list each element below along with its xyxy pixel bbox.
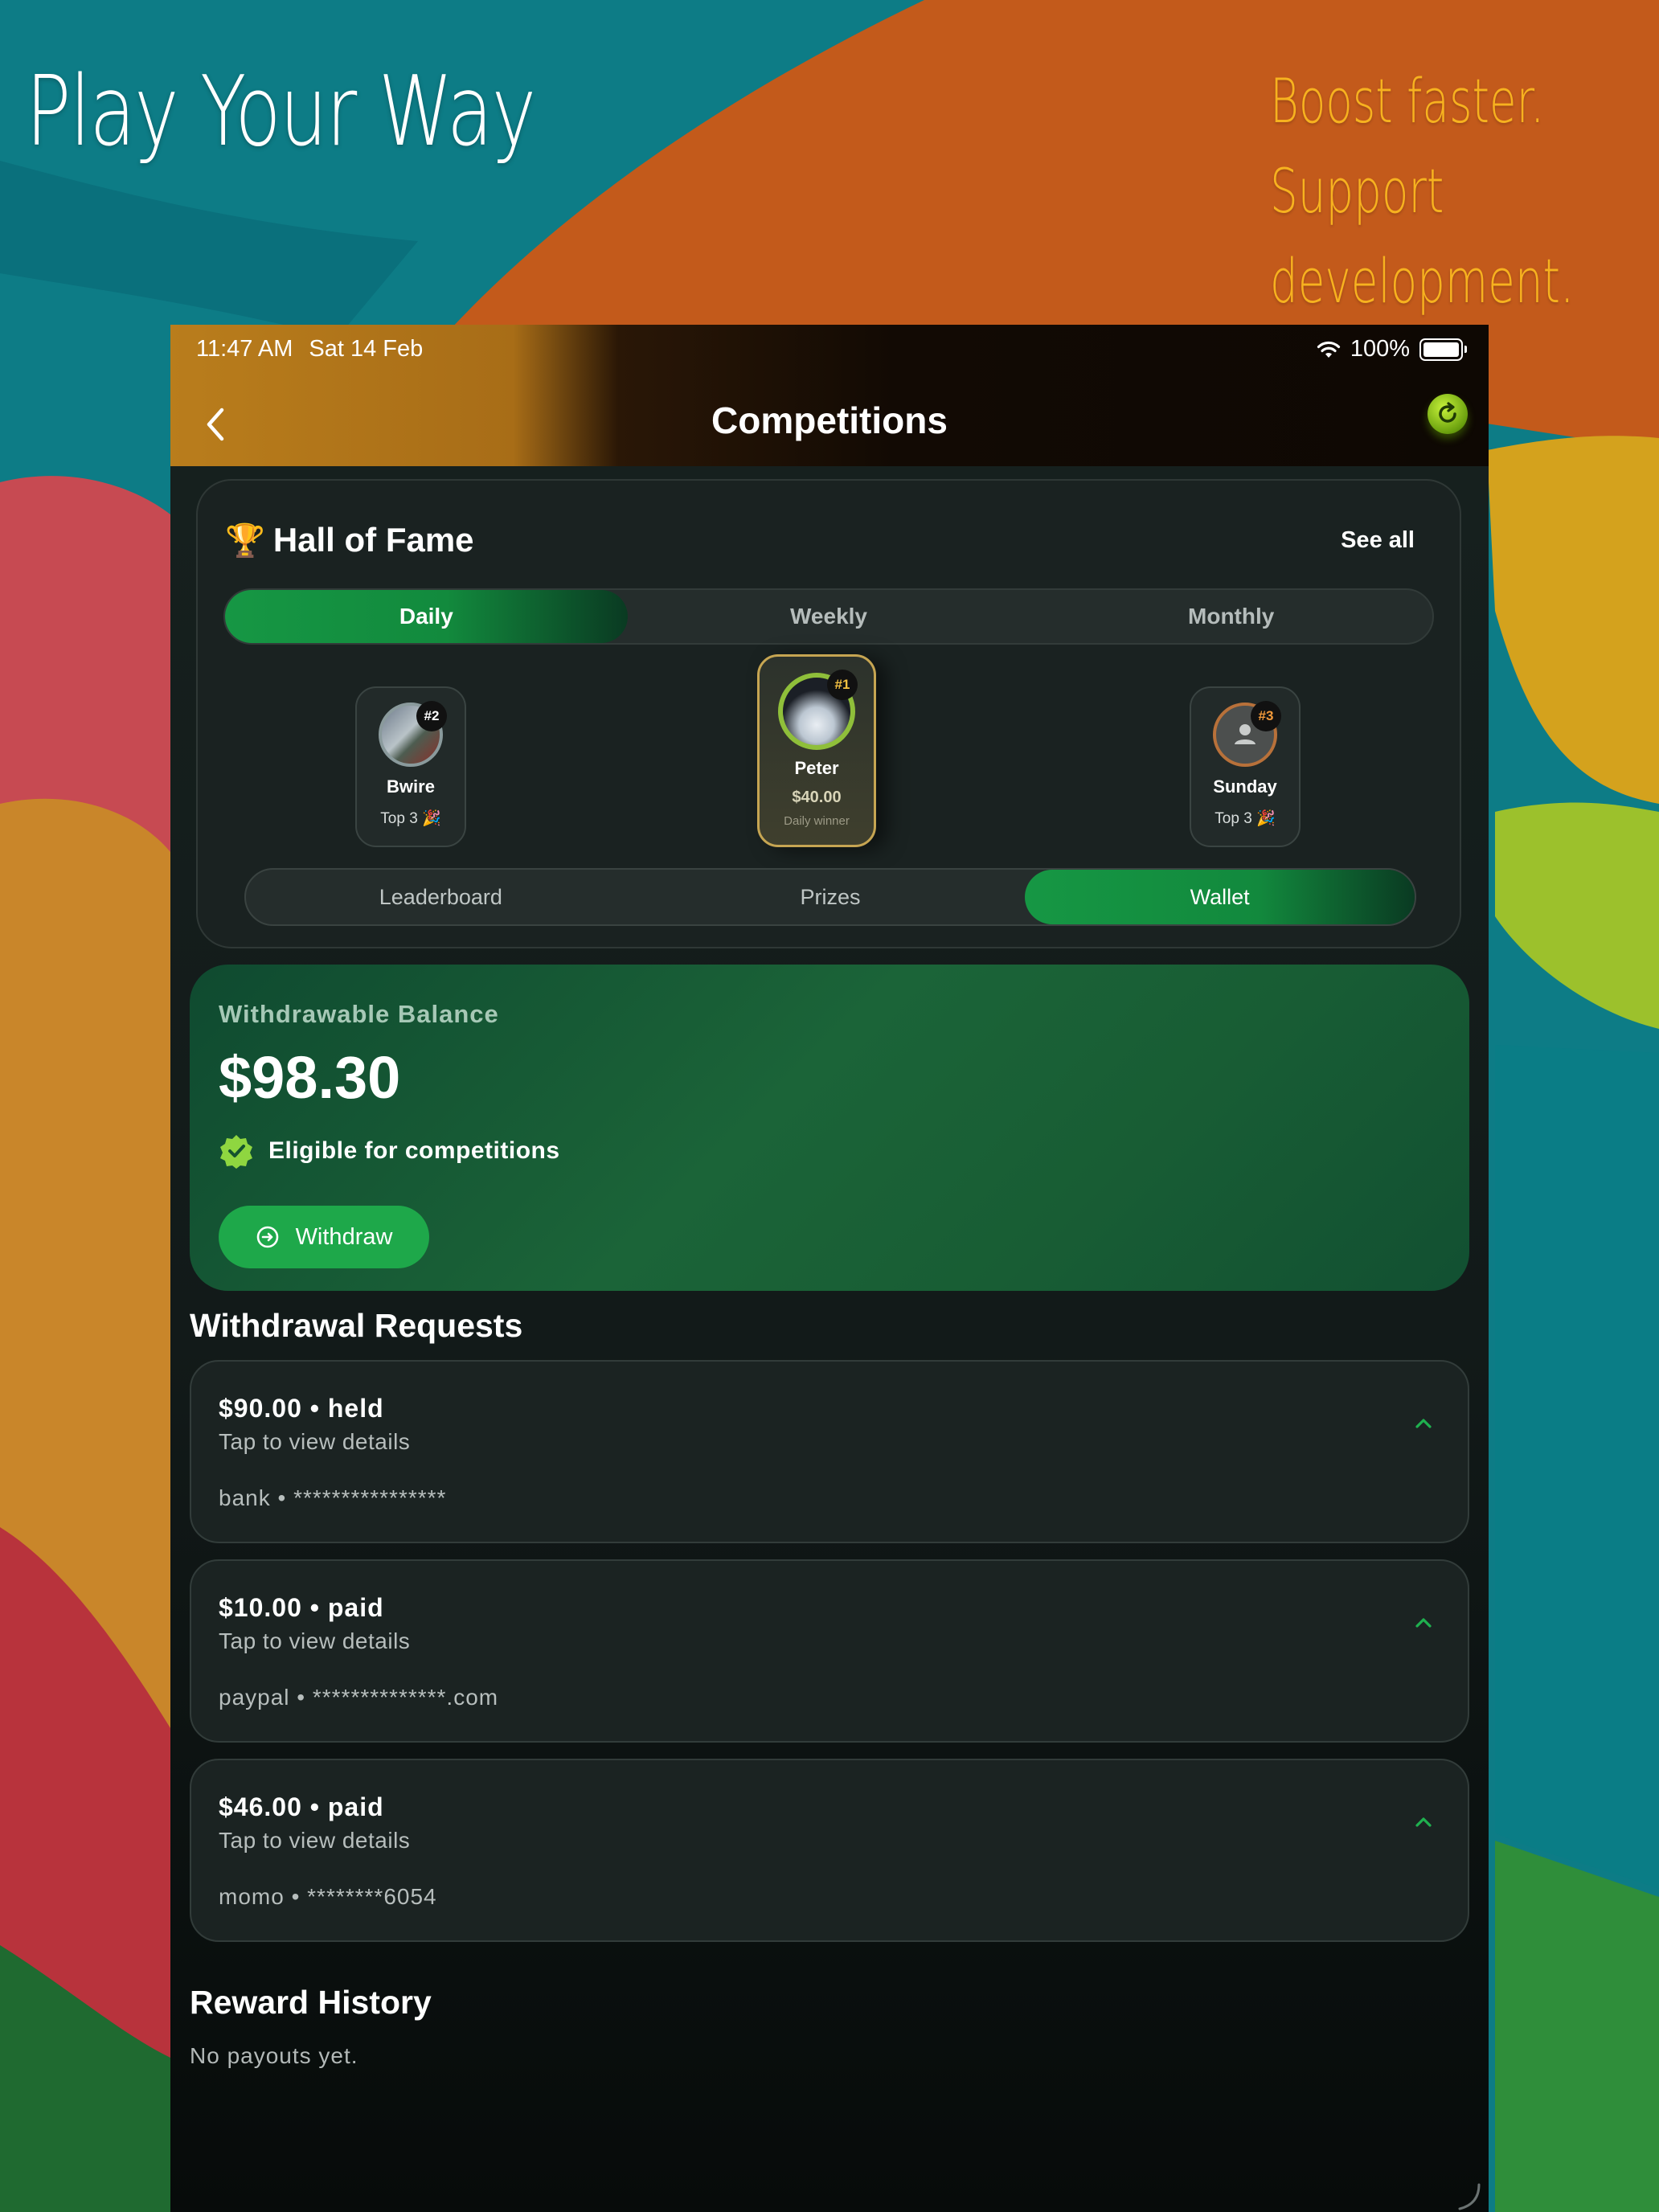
podium-caption: Daily winner <box>784 814 850 828</box>
request-subtitle: Tap to view details <box>219 1828 411 1853</box>
page-title: Competitions <box>711 399 948 441</box>
podium-name: Peter <box>794 758 839 778</box>
promo-tagline: Boost faster. Support development. <box>1270 56 1617 326</box>
status-time: 11:47 AM <box>196 336 293 362</box>
chevron-up-icon[interactable] <box>1411 1810 1436 1834</box>
section-tabs: Leaderboard Prizes Wallet <box>244 868 1416 926</box>
podium-second-place[interactable]: #2 Bwire Top 3 🎉 <box>355 686 466 847</box>
request-title: $10.00 • paid <box>219 1593 384 1622</box>
balance-card: Withdrawable Balance $98.30 Eligible for… <box>190 965 1469 1291</box>
request-subtitle: Tap to view details <box>219 1628 411 1653</box>
balance-amount: $98.30 <box>219 1044 401 1111</box>
verified-badge-icon <box>220 1135 252 1169</box>
battery-percent: 100% <box>1350 336 1410 362</box>
rank-badge: #1 <box>827 670 858 700</box>
chevron-up-icon[interactable] <box>1411 1611 1436 1635</box>
request-title: $46.00 • paid <box>219 1792 384 1821</box>
reward-history-empty: No payouts yet. <box>190 2043 358 2068</box>
rank-badge: #3 <box>1251 701 1281 731</box>
podium-amount: $40.00 <box>792 789 842 806</box>
promo-tagline-line: development. <box>1270 245 1575 317</box>
period-tabs: Daily Weekly Monthly <box>223 588 1434 645</box>
refresh-button[interactable] <box>1428 394 1468 434</box>
withdrawal-request-item[interactable]: $90.00 • held Tap to view details bank •… <box>190 1360 1469 1543</box>
podium-third-place[interactable]: #3 Sunday Top 3 🎉 <box>1190 686 1301 847</box>
promo-tagline-line: Support <box>1270 155 1444 227</box>
top-bar: 11:47 AM Sat 14 Feb 100% Competitions <box>170 325 1489 466</box>
status-date: Sat 14 Feb <box>309 336 424 362</box>
tab-daily[interactable]: Daily <box>225 590 628 643</box>
tab-weekly[interactable]: Weekly <box>628 590 1030 643</box>
request-method: momo • ********6054 <box>219 1884 437 1909</box>
withdrawal-request-item[interactable]: $10.00 • paid Tap to view details paypal… <box>190 1559 1469 1743</box>
arrow-circle-icon <box>256 1226 278 1248</box>
request-title: $90.00 • held <box>219 1394 384 1423</box>
reward-history-heading: Reward History <box>190 1984 432 2021</box>
withdrawal-request-item[interactable]: $46.00 • paid Tap to view details momo •… <box>190 1759 1469 1942</box>
podium-caption: Top 3 🎉 <box>380 810 441 827</box>
trophy-icon: 🏆 <box>225 522 265 559</box>
resize-handle-icon[interactable] <box>1452 2180 1484 2212</box>
withdraw-button[interactable]: Withdraw <box>219 1206 429 1268</box>
podium-name: Sunday <box>1213 776 1277 797</box>
eligibility-text: Eligible for competitions <box>268 1137 560 1164</box>
request-method: paypal • **************.com <box>219 1685 499 1710</box>
podium-name: Bwire <box>387 776 435 797</box>
hall-of-fame-heading: 🏆 Hall of Fame <box>225 521 474 559</box>
refresh-icon <box>1439 402 1456 423</box>
content-area: 🏆 Hall of Fame See all Daily Weekly Mont… <box>170 466 1489 2212</box>
rank-badge: #2 <box>416 701 447 731</box>
battery-icon <box>1419 338 1467 361</box>
withdraw-label: Withdraw <box>295 1223 393 1250</box>
promo-tagline-line: Boost faster. <box>1270 65 1545 137</box>
tab-prizes[interactable]: Prizes <box>636 870 1026 924</box>
eligibility-status: Eligible for competitions <box>219 1133 560 1169</box>
tab-wallet[interactable]: Wallet <box>1025 870 1415 924</box>
tab-leaderboard[interactable]: Leaderboard <box>246 870 636 924</box>
status-bar: 11:47 AM Sat 14 Feb <box>196 336 423 363</box>
hall-of-fame-card: 🏆 Hall of Fame See all Daily Weekly Mont… <box>196 479 1461 948</box>
withdrawal-requests-heading: Withdrawal Requests <box>190 1307 523 1344</box>
podium-caption: Top 3 🎉 <box>1215 810 1276 827</box>
promo-title: Play Your Way <box>26 56 536 168</box>
app-screen: 11:47 AM Sat 14 Feb 100% Competitions 🏆 … <box>170 325 1489 2212</box>
wifi-icon <box>1317 341 1340 358</box>
status-indicators: 100% <box>1317 336 1467 363</box>
balance-label: Withdrawable Balance <box>219 1000 499 1028</box>
request-method: bank • **************** <box>219 1485 447 1510</box>
tab-monthly[interactable]: Monthly <box>1030 590 1432 643</box>
chevron-up-icon[interactable] <box>1411 1411 1436 1436</box>
see-all-link[interactable]: See all <box>1341 527 1415 554</box>
hall-of-fame-title: Hall of Fame <box>272 521 474 559</box>
podium-first-place[interactable]: #1 Peter $40.00 Daily winner <box>757 654 876 847</box>
request-subtitle: Tap to view details <box>219 1429 411 1454</box>
